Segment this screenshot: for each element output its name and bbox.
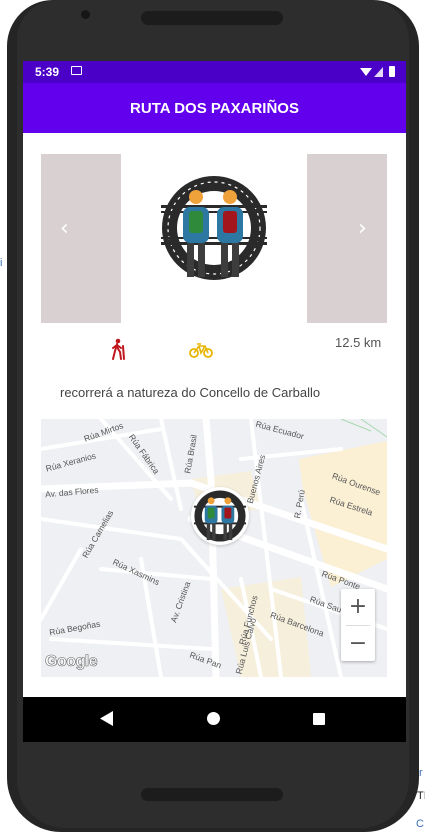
system-navigation-bar	[23, 697, 406, 742]
zoom-out-button[interactable]: −	[341, 626, 375, 661]
bike-icon	[189, 343, 213, 358]
background-text-fragment: r	[419, 767, 423, 779]
map-marker[interactable]	[191, 487, 249, 545]
recent-apps-icon[interactable]	[313, 713, 325, 725]
status-time: 5:39	[35, 65, 60, 79]
back-icon[interactable]	[100, 711, 114, 726]
front-camera	[81, 10, 90, 19]
route-logo-image	[161, 176, 267, 280]
earpiece-speaker	[141, 11, 283, 25]
page-title: RUTA DOS PAXARIÑOS	[130, 100, 299, 117]
status-bar: 5:39	[23, 61, 406, 83]
carousel-prev-slide[interactable]	[41, 154, 121, 323]
map-marker-logo	[193, 490, 247, 542]
walk-icon	[112, 338, 125, 360]
route-description: recorrerá a natureza do Concello de Carb…	[60, 385, 321, 400]
background-text-fragment: TI	[417, 790, 425, 802]
route-map[interactable]: Rúa Mirtos Rúa Ecuador Rúa Xeranios Rúa …	[41, 419, 387, 677]
bottom-speaker	[141, 788, 283, 801]
device-screen: 5:39 RUTA DOS PAXARIÑOS ‹ › 12.5 km reco…	[23, 61, 406, 742]
notification-icon	[71, 66, 82, 75]
background-text-fragment: i	[0, 257, 3, 269]
status-icons	[360, 66, 395, 77]
route-distance: 12.5 km	[335, 335, 382, 350]
app-bar: RUTA DOS PAXARIÑOS	[23, 83, 406, 133]
wifi-icon	[360, 68, 372, 76]
signal-icon	[374, 67, 383, 77]
background-text-fragment: C	[416, 818, 424, 830]
chevron-right-icon[interactable]: ›	[358, 218, 367, 240]
google-logo: Google	[45, 653, 98, 671]
zoom-in-button[interactable]: +	[341, 589, 375, 624]
map-zoom-controls: + −	[341, 589, 375, 661]
home-icon[interactable]	[207, 712, 220, 725]
chevron-left-icon[interactable]: ‹	[60, 218, 69, 240]
carousel-next-slide[interactable]	[307, 154, 387, 323]
battery-icon	[389, 66, 395, 77]
